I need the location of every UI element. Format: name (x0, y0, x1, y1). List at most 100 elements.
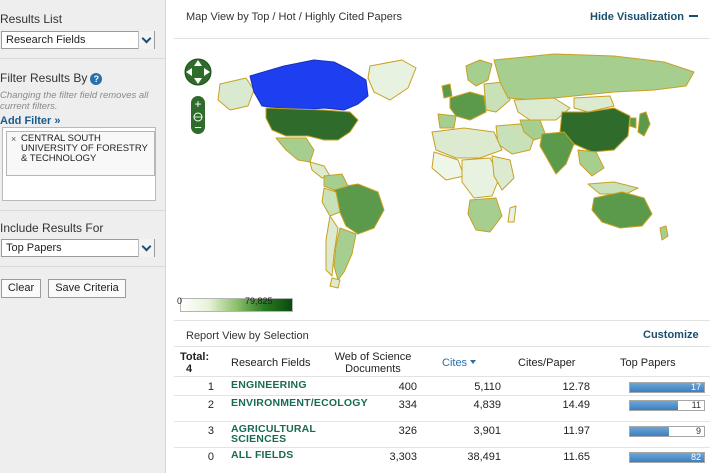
legend-max-value: 79,825 (245, 296, 273, 306)
table-row-docs: 400 (398, 381, 417, 393)
zoom-out-icon[interactable]: − (194, 120, 202, 135)
map-country-mexico (275, 137, 315, 163)
filter-chip-label: CENTRAL SOUTH UNIVERSITY OF FORESTRY & T… (21, 133, 148, 164)
divider (0, 58, 166, 59)
map-country-south-africa (467, 197, 503, 233)
top-papers-bar-fill (630, 427, 669, 436)
chevron-down-icon[interactable] (138, 31, 154, 49)
table-row-rank: 3 (207, 425, 214, 437)
results-list-value: Research Fields (6, 34, 86, 46)
divider (174, 320, 710, 321)
column-header-top-papers[interactable]: Top Papers (620, 357, 676, 369)
table-row-cites: 4,839 (473, 399, 501, 411)
map-country-greenland (367, 59, 417, 101)
map-navigation[interactable]: + − (184, 54, 212, 140)
add-filter-link[interactable]: Add Filter » (0, 115, 61, 127)
remove-filter-icon[interactable]: × (11, 134, 16, 144)
column-header-cites-label: Cites (442, 357, 468, 369)
top-papers-bar: 9 (629, 426, 705, 437)
chevron-down-icon[interactable] (138, 239, 154, 257)
map-country-southeast-asia (577, 149, 605, 177)
zoom-in-icon[interactable]: + (194, 97, 201, 111)
results-list-select[interactable]: Research Fields (1, 31, 155, 49)
map-country-north-africa (431, 127, 503, 159)
map-country-new-zealand (659, 225, 669, 241)
table-row-cites-per-paper: 11.65 (563, 451, 590, 463)
report-title: Report View by Selection (186, 330, 309, 342)
table-row-rank: 2 (207, 399, 214, 411)
total-label: Total: 4 (180, 351, 209, 375)
include-results-value: Top Papers (6, 242, 62, 254)
table-row-cites-per-paper: 11.97 (563, 425, 590, 437)
filter-hint: Changing the filter field removes all cu… (0, 90, 149, 112)
table-row-cites: 38,491 (467, 451, 501, 463)
divider (174, 376, 710, 377)
divider (0, 210, 166, 211)
total-label-text: Total: (180, 351, 210, 363)
map-country-alaska (217, 77, 255, 111)
map-country-japan (637, 111, 651, 137)
table-row-docs: 3,303 (389, 451, 417, 463)
filter-list: × CENTRAL SOUTH UNIVERSITY OF FORESTRY &… (2, 127, 156, 201)
customize-link[interactable]: Customize (643, 329, 699, 341)
filter-results-text: Filter Results By (0, 71, 88, 85)
table-row-docs: 334 (398, 399, 417, 411)
table-row-field-link[interactable]: ENGINEERING (231, 380, 323, 391)
top-papers-value: 17 (690, 382, 701, 392)
table-row-cites: 3,901 (473, 425, 501, 437)
map-country-brazil (333, 183, 385, 235)
table-row-cites-per-paper: 12.78 (562, 381, 590, 393)
world-map[interactable] (174, 40, 710, 320)
map-country-usa (265, 107, 359, 141)
column-header-docs[interactable]: Web of Science Documents (330, 351, 416, 375)
help-icon[interactable]: ? (90, 73, 103, 85)
map-title: Map View by Top / Hot / Highly Cited Pap… (186, 11, 403, 23)
map-country-uk (441, 83, 453, 99)
filter-chip: × CENTRAL SOUTH UNIVERSITY OF FORESTRY &… (6, 131, 155, 176)
top-papers-value: 11 (691, 400, 701, 410)
table-row-rank: 1 (207, 381, 214, 393)
table-row-field-link[interactable]: ENVIRONMENT/ECOLOGY (231, 398, 368, 409)
hide-visualization-link[interactable]: Hide Visualization (590, 11, 698, 23)
top-papers-bar: 82 (629, 452, 705, 463)
divider (0, 266, 166, 267)
column-header-cites-per-paper[interactable]: Cites/Paper (518, 357, 575, 369)
filter-results-label: Filter Results By? (0, 71, 103, 85)
table-row-rank: 0 (207, 451, 214, 463)
clear-button[interactable]: Clear (1, 279, 41, 298)
row-divider (174, 447, 710, 448)
top-papers-value: 9 (695, 426, 701, 436)
map-country-iberia (437, 113, 457, 129)
top-papers-bar: 17 (629, 382, 705, 393)
save-criteria-button[interactable]: Save Criteria (48, 279, 126, 298)
top-papers-bar-fill (630, 401, 678, 410)
table-row-docs: 326 (398, 425, 417, 437)
map-country-russia (493, 53, 695, 101)
results-list-label: Results List (0, 12, 63, 26)
map-country-india (539, 131, 575, 175)
map-country-australia (591, 191, 653, 229)
column-header-cites[interactable]: Cites (442, 357, 477, 369)
top-papers-bar: 11 (629, 400, 705, 411)
hide-visualization-label: Hide Visualization (590, 11, 684, 23)
legend-min-value: 0 (177, 296, 183, 306)
column-header-field[interactable]: Research Fields (231, 357, 310, 369)
map-country-tierra-del-fuego (329, 277, 341, 289)
row-divider (174, 395, 710, 396)
sidebar: Results List Research Fields Filter Resu… (0, 0, 166, 473)
divider (174, 346, 710, 347)
include-results-label: Include Results For (0, 221, 104, 235)
top-papers-value: 82 (690, 452, 701, 462)
map-country-indonesia (587, 181, 639, 195)
divider (174, 38, 710, 39)
table-row-field-link[interactable]: ALL FIELDS (231, 450, 323, 461)
map-country-korea (629, 117, 637, 129)
include-results-select[interactable]: Top Papers (1, 239, 155, 257)
map-legend-bar (180, 298, 293, 312)
collapse-icon (688, 15, 698, 17)
total-value: 4 (186, 363, 193, 375)
row-divider (174, 421, 710, 422)
table-row-cites-per-paper: 14.49 (562, 399, 590, 411)
map-country-canada (249, 59, 369, 111)
table-row-field-link[interactable]: AGRICULTURAL SCIENCES (231, 424, 323, 445)
